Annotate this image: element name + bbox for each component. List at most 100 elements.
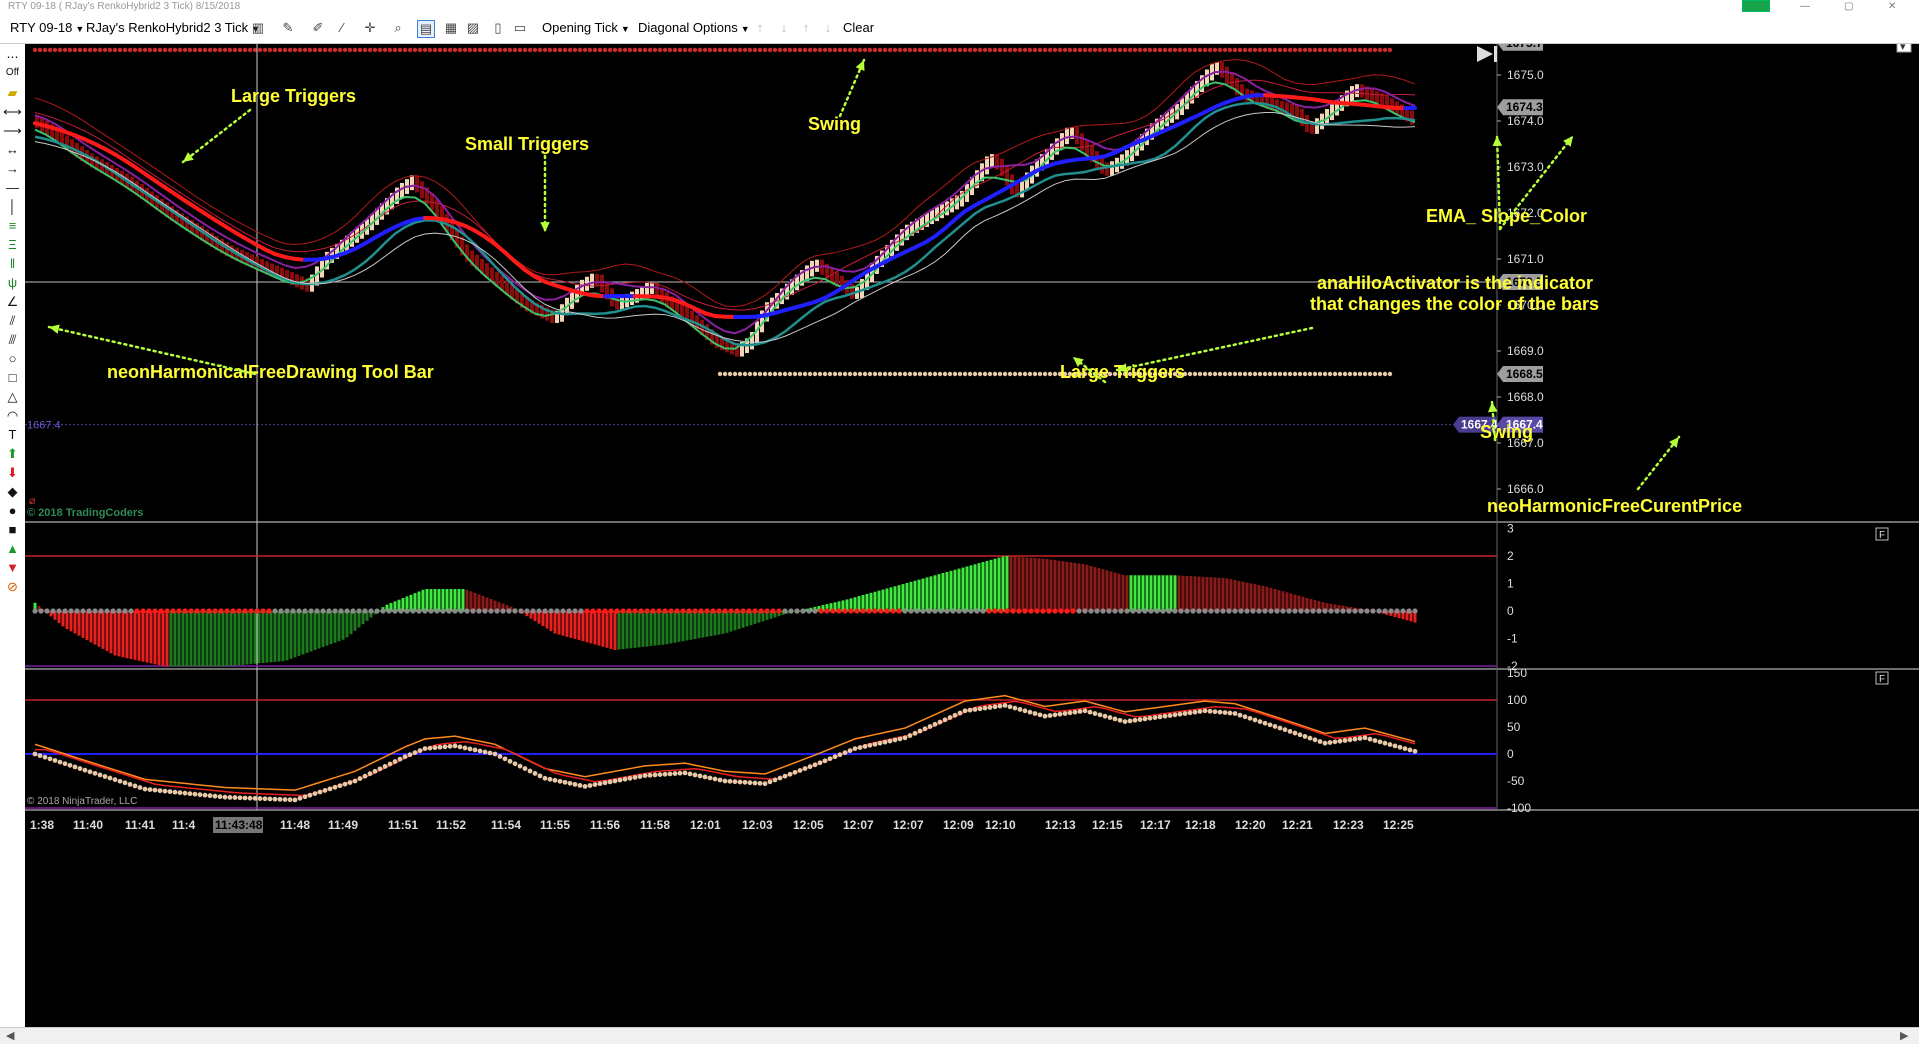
off-button[interactable]: Off [0, 64, 25, 82]
renko-up-bar[interactable] [1110, 161, 1114, 175]
chart-area[interactable]: 1667.41667.4© 2018 TradingCoders⌀ © 2018… [25, 44, 1919, 1027]
chart-style-icon[interactable]: ▥ [250, 20, 266, 36]
dot-icon[interactable]: ● [0, 502, 25, 520]
swing-dot [1303, 372, 1307, 376]
renko-down-bar[interactable] [420, 181, 424, 198]
renko-up-bar[interactable] [630, 292, 634, 305]
renko-up-bar[interactable] [1315, 118, 1319, 134]
renko-down-bar[interactable] [595, 274, 599, 286]
renko-down-bar[interactable] [600, 275, 604, 293]
swing-dot [648, 48, 652, 52]
renko-down-bar[interactable] [295, 274, 299, 287]
macd-dot [453, 744, 458, 749]
arrow-line-icon[interactable]: → [0, 160, 25, 178]
renko-up-bar[interactable] [1350, 86, 1354, 102]
maximize-button[interactable]: ▢ [1844, 0, 1853, 13]
macd-dot [948, 715, 953, 720]
arrow-down-icon[interactable]: ⬇ [0, 464, 25, 482]
renko-down-bar[interactable] [1005, 165, 1009, 185]
renko-down-bar[interactable] [850, 284, 854, 299]
renko-up-bar[interactable] [400, 183, 404, 199]
macd-dot [463, 746, 468, 751]
scroll-right-icon[interactable]: ▶ [1900, 1028, 1908, 1044]
squeeze-dot [146, 608, 151, 613]
renko-up-bar[interactable] [410, 175, 414, 190]
triangle-up-icon[interactable]: ▲ [0, 540, 25, 558]
remove-icon[interactable]: ⊘ [0, 578, 25, 596]
swing-dot [1348, 372, 1352, 376]
price-marker[interactable]: 1675.7 [1497, 44, 1543, 51]
renko-down-bar[interactable] [1225, 67, 1229, 83]
fib-extension-icon[interactable]: Ξ [0, 236, 25, 254]
squeeze-bar [714, 611, 717, 635]
instrument-selector[interactable]: RTY 09-18▼ [10, 13, 84, 43]
arrow-down-icon[interactable]: ↓ [776, 20, 792, 36]
fib-time-icon[interactable]: ‖ [0, 255, 25, 273]
strategies-icon[interactable]: ▨ [465, 20, 481, 36]
squeeze-bar [286, 611, 289, 660]
properties-icon[interactable]: ▯ [490, 20, 506, 36]
trend-channel-icon[interactable]: ⫻ [0, 331, 25, 349]
scroll-left-icon[interactable]: ◀ [6, 1028, 14, 1044]
arrow-up-icon[interactable]: ↑ [752, 20, 768, 36]
opening-tick-dropdown[interactable]: Opening Tick▼ [542, 13, 630, 43]
renko-up-bar[interactable] [620, 296, 624, 309]
bar-type-selector[interactable]: RJay's RenkoHybrid2 3 Tick▼ [86, 13, 260, 43]
pencil-icon[interactable]: ▰ [0, 84, 25, 102]
line-icon[interactable]: ⟷ [0, 103, 25, 121]
diagonal-options-dropdown[interactable]: Diagonal Options▼ [638, 13, 750, 43]
indicators-icon[interactable]: ▦ [443, 20, 459, 36]
renko-down-bar[interactable] [1220, 62, 1224, 78]
renko-down-bar[interactable] [1080, 133, 1084, 150]
price-marker[interactable]: 1674.3 [1497, 99, 1543, 115]
connection-indicator[interactable] [1742, 0, 1770, 12]
gann-fan-icon[interactable]: ∠ [0, 293, 25, 311]
macd-dot [768, 779, 773, 784]
zoom-icon[interactable]: ⌕ [390, 20, 406, 36]
templates-icon[interactable]: ▭ [512, 20, 528, 36]
renko-up-bar[interactable] [1065, 128, 1069, 144]
horizontal-scrollbar[interactable]: ◀ ▶ [0, 1027, 1919, 1044]
regression-channel-icon[interactable]: ⫽ [0, 312, 25, 330]
renko-down-bar[interactable] [1360, 84, 1364, 97]
close-button[interactable]: ✕ [1888, 0, 1896, 13]
diamond-icon[interactable]: ◆ [0, 483, 25, 501]
price-marker[interactable]: 1668.5 [1497, 366, 1543, 382]
extended-line-icon[interactable]: ↔ [0, 141, 25, 159]
squeeze-bar [262, 611, 265, 663]
triangle-down-icon[interactable]: ▼ [0, 559, 25, 577]
rectangle-icon[interactable]: □ [0, 369, 25, 387]
arrow-up-icon[interactable]: ⬆ [0, 445, 25, 463]
renko-down-bar[interactable] [415, 175, 419, 192]
horizontal-line-icon[interactable]: — [0, 179, 25, 197]
fibonacci-icon[interactable]: ≡ [0, 217, 25, 235]
ellipse-icon[interactable]: ○ [0, 350, 25, 368]
minimize-button[interactable]: — [1800, 0, 1810, 13]
vertical-line-icon[interactable]: │ [0, 198, 25, 216]
renko-down-bar[interactable] [1370, 89, 1374, 102]
arrow-up-icon[interactable]: ↑ [798, 20, 814, 36]
square-icon[interactable]: ■ [0, 521, 25, 539]
clear-button[interactable]: Clear [843, 13, 874, 43]
macd-dot [1298, 732, 1303, 737]
swing-dot [1213, 48, 1217, 52]
hide-drawings-icon[interactable]: ⁄ [334, 20, 350, 36]
chart-trader-icon[interactable]: ▤ [417, 20, 435, 38]
renko-down-bar[interactable] [1105, 163, 1109, 176]
andrews-pitchfork-icon[interactable]: ψ [0, 274, 25, 292]
ray-icon[interactable]: ⟶ [0, 122, 25, 140]
triangle-icon[interactable]: △ [0, 388, 25, 406]
squeeze-dot [860, 608, 865, 613]
arrow-down-icon[interactable]: ↓ [820, 20, 836, 36]
swing-dot [898, 48, 902, 52]
macd-dot [1288, 729, 1293, 734]
text-icon[interactable]: T [0, 426, 25, 444]
renko-up-bar[interactable] [650, 283, 654, 294]
arc-icon[interactable]: ◠ [0, 407, 25, 425]
stay-in-draw-mode-icon[interactable]: ✐ [310, 20, 326, 36]
macd-dot [1048, 713, 1053, 718]
crosshair-icon[interactable]: ✛ [362, 20, 378, 36]
chart-canvas[interactable]: 1667.41667.4© 2018 TradingCoders⌀ © 2018… [25, 44, 1919, 1027]
swing-dot [973, 372, 977, 376]
drawing-tool-icon[interactable]: ✎ [280, 20, 296, 36]
